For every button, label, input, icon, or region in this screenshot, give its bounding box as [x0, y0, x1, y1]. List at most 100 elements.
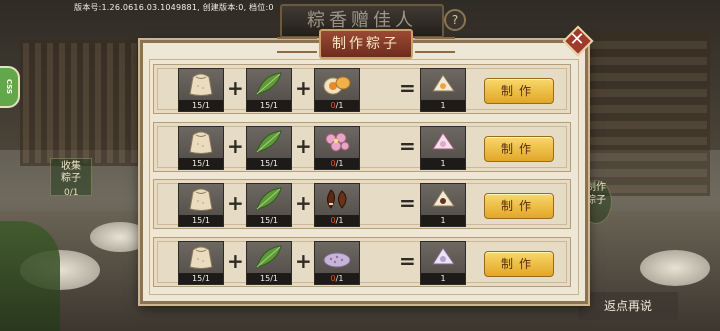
result-count: 1	[421, 158, 465, 169]
quantity-required: 1	[204, 216, 210, 225]
collect-zongzi-count: 0/1	[64, 188, 79, 198]
quantity-required: 1	[338, 101, 344, 110]
quantity-owned: 15	[260, 216, 271, 225]
ingredient-slot[interactable]: 0/1	[314, 68, 360, 112]
ingredient-slot[interactable]: 15/1	[246, 183, 292, 227]
quantity-owned: 15	[192, 101, 203, 110]
result-count: 1	[421, 215, 465, 226]
quantity-owned: 15	[192, 274, 203, 283]
ingredient-slot[interactable]: 0/1	[314, 183, 360, 227]
close-x-icon: ✕	[569, 29, 585, 50]
help-button[interactable]: ?	[444, 9, 466, 31]
chestnut-icon	[327, 189, 347, 209]
quantity-required: 1	[204, 101, 210, 110]
quantity-required: 1	[272, 159, 278, 168]
glutinous-rice-sack-icon	[189, 188, 213, 211]
side-pill-tag[interactable]: CSS	[0, 66, 20, 108]
result-count: 1	[421, 273, 465, 284]
ingredient-quantity: 15/1	[247, 100, 291, 111]
quantity-owned: 15	[260, 159, 271, 168]
bamboo-leaf-icon	[256, 72, 282, 95]
ingredient-slot[interactable]: 0/1	[314, 126, 360, 170]
equals-sign: =	[399, 249, 416, 273]
result-slot[interactable]: 1	[420, 68, 466, 112]
ingredient-quantity: 0/1	[315, 158, 359, 169]
make-button[interactable]: 制作	[484, 193, 554, 219]
ingredient-quantity: 15/1	[179, 100, 223, 111]
yolk-zongzi-icon	[432, 74, 455, 92]
plus-sign: +	[227, 76, 244, 100]
quantity-owned: 15	[192, 216, 203, 225]
equals-sign: =	[399, 76, 416, 100]
ingredient-slot[interactable]: 15/1	[178, 183, 224, 227]
plus-sign: +	[295, 134, 312, 158]
ingredient-quantity: 0/1	[315, 100, 359, 111]
purple-rice-icon	[323, 252, 351, 268]
quantity-owned: 15	[260, 274, 271, 283]
quantity-required: 1	[272, 101, 278, 110]
bamboo-leaf-icon	[256, 130, 282, 153]
left-lattice-screen	[20, 40, 146, 166]
close-button[interactable]: ✕	[562, 25, 594, 57]
right-lattice-screen	[574, 30, 710, 196]
purple-rice-zongzi-icon	[432, 247, 455, 265]
recipe-row: 15/1 15/1 0/1 + + = 1 制作	[153, 122, 571, 172]
glutinous-rice-sack-icon	[189, 73, 213, 96]
ingredient-slot[interactable]: 15/1	[246, 68, 292, 112]
quantity-required: 1	[204, 274, 210, 283]
result-slot[interactable]: 1	[420, 126, 466, 170]
pink-flower-icon	[325, 132, 350, 152]
glutinous-rice-sack-icon	[189, 131, 213, 154]
ingredient-quantity: 15/1	[247, 273, 291, 284]
quantity-required: 1	[204, 159, 210, 168]
make-button[interactable]: 制作	[484, 136, 554, 162]
plus-sign: +	[295, 249, 312, 273]
dish	[640, 250, 710, 286]
egg-yolk-icon	[323, 76, 351, 95]
plus-sign: +	[227, 191, 244, 215]
ingredient-quantity: 0/1	[315, 273, 359, 284]
recipe-row: 15/1 15/1 0/1 + + = 1 制作	[153, 64, 571, 114]
equals-sign: =	[399, 134, 416, 158]
bamboo-leaf-icon	[256, 187, 282, 210]
chestnut-zongzi-icon	[432, 189, 455, 207]
plus-sign: +	[295, 191, 312, 215]
make-button[interactable]: 制作	[484, 251, 554, 277]
later-button[interactable]: 返点再说	[578, 292, 678, 320]
ingredient-quantity: 15/1	[179, 273, 223, 284]
quantity-required: 1	[272, 274, 278, 283]
quantity-required: 1	[338, 216, 344, 225]
dialog-title: 制作粽子	[277, 29, 455, 59]
bamboo-leaf-icon	[256, 245, 282, 268]
ingredient-slot[interactable]: 0/1	[314, 241, 360, 285]
ingredient-quantity: 15/1	[179, 215, 223, 226]
result-slot[interactable]: 1	[420, 241, 466, 285]
ingredient-quantity: 0/1	[315, 215, 359, 226]
plus-sign: +	[295, 76, 312, 100]
equals-sign: =	[399, 191, 416, 215]
glutinous-rice-sack-icon	[189, 246, 213, 269]
ingredient-quantity: 15/1	[247, 215, 291, 226]
quantity-owned: 15	[260, 101, 271, 110]
recipe-row: 15/1 15/1 0/1 + + = 1 制作	[153, 237, 571, 287]
ingredient-slot[interactable]: 15/1	[178, 68, 224, 112]
plus-sign: +	[227, 249, 244, 273]
quantity-required: 1	[338, 274, 344, 283]
result-count: 1	[421, 100, 465, 111]
plus-sign: +	[227, 134, 244, 158]
quantity-required: 1	[272, 216, 278, 225]
flower-zongzi-icon	[432, 132, 455, 150]
quantity-required: 1	[338, 159, 344, 168]
ingredient-slot[interactable]: 15/1	[178, 126, 224, 170]
ingredient-quantity: 15/1	[179, 158, 223, 169]
recipe-row: 15/1 15/1 0/1 + + = 1 制作	[153, 179, 571, 229]
ingredient-slot[interactable]: 15/1	[178, 241, 224, 285]
quantity-owned: 15	[192, 159, 203, 168]
ingredient-slot[interactable]: 15/1	[246, 126, 292, 170]
version-info: 版本号:1.26.0616.03.1049881, 创建版本:0, 档位:0	[74, 3, 274, 12]
ingredient-slot[interactable]: 15/1	[246, 241, 292, 285]
potted-plant	[0, 221, 60, 331]
make-button[interactable]: 制作	[484, 78, 554, 104]
ingredient-quantity: 15/1	[247, 158, 291, 169]
result-slot[interactable]: 1	[420, 183, 466, 227]
